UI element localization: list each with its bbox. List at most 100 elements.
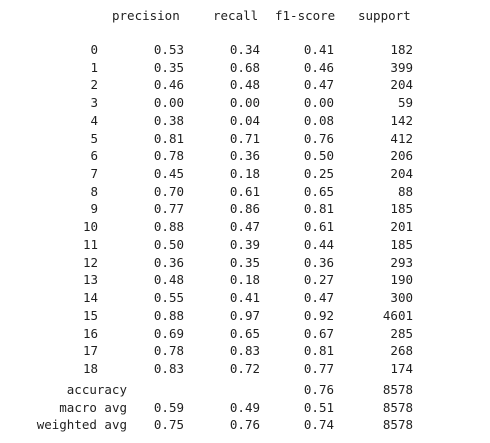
support-value: 293 bbox=[390, 254, 413, 270]
f1-score-value: 0.36 bbox=[303, 254, 334, 270]
class-row: 14 0.55 0.41 0.47 300 bbox=[0, 289, 490, 307]
precision-value: 0.48 bbox=[153, 272, 184, 288]
header-recall: recall bbox=[213, 8, 259, 23]
support-value: 142 bbox=[390, 112, 413, 128]
row-label: 3 bbox=[90, 95, 98, 111]
row-label: 17 bbox=[82, 343, 98, 359]
row-label: weighted avg bbox=[36, 417, 127, 433]
support-value: 268 bbox=[390, 343, 413, 359]
class-row: 12 0.36 0.35 0.36 293 bbox=[0, 254, 490, 272]
recall-value: 0.83 bbox=[229, 343, 260, 359]
class-row: 5 0.81 0.71 0.76 412 bbox=[0, 130, 490, 148]
precision-value: 0.70 bbox=[153, 183, 184, 199]
support-value: 182 bbox=[390, 42, 413, 57]
recall-value: 0.47 bbox=[229, 219, 260, 235]
class-row: 10 0.88 0.47 0.61 201 bbox=[0, 218, 490, 236]
header-precision: precision bbox=[112, 8, 180, 23]
f1-score-value: 0.27 bbox=[303, 272, 334, 288]
recall-value: 0.49 bbox=[229, 399, 260, 415]
row-label: 11 bbox=[82, 236, 98, 252]
precision-value: 0.45 bbox=[153, 166, 184, 182]
recall-value: 0.68 bbox=[229, 59, 260, 75]
recall-value: 0.39 bbox=[229, 236, 260, 252]
f1-score-value: 0.47 bbox=[303, 290, 334, 306]
row-label: macro avg bbox=[59, 399, 127, 415]
precision-value: 0.78 bbox=[153, 148, 184, 164]
row-label: 15 bbox=[82, 307, 98, 323]
support-value: 174 bbox=[390, 360, 413, 376]
class-row: 18 0.83 0.72 0.77 174 bbox=[0, 360, 490, 378]
class-row: 3 0.00 0.00 0.00 59 bbox=[0, 94, 490, 112]
support-value: 300 bbox=[390, 290, 413, 306]
recall-value: 0.41 bbox=[229, 290, 260, 306]
class-row: 2 0.46 0.48 0.47 204 bbox=[0, 76, 490, 94]
precision-value: 0.59 bbox=[153, 399, 184, 415]
f1-score-value: 0.61 bbox=[303, 219, 334, 235]
f1-score-value: 0.81 bbox=[303, 343, 334, 359]
support-value: 8578 bbox=[382, 417, 413, 433]
recall-value: 0.76 bbox=[229, 417, 260, 433]
support-value: 285 bbox=[390, 325, 413, 341]
row-label: 14 bbox=[82, 290, 98, 306]
row-label: 1 bbox=[90, 59, 98, 75]
support-value: 399 bbox=[390, 59, 413, 75]
class-row: 0 0.53 0.34 0.41 182 bbox=[0, 41, 490, 59]
precision-value: 0.81 bbox=[153, 130, 184, 146]
f1-score-value: 0.92 bbox=[303, 307, 334, 323]
precision-value: 0.83 bbox=[153, 360, 184, 376]
class-row: 15 0.88 0.97 0.92 4601 bbox=[0, 307, 490, 325]
row-label: 2 bbox=[90, 77, 98, 93]
f1-score-value: 0.46 bbox=[303, 59, 334, 75]
support-value: 88 bbox=[397, 183, 413, 199]
support-value: 185 bbox=[390, 236, 413, 252]
f1-score-value: 0.74 bbox=[303, 417, 334, 433]
recall-value: 0.34 bbox=[229, 42, 260, 57]
precision-value: 0.38 bbox=[153, 112, 184, 128]
precision-value: 0.35 bbox=[153, 59, 184, 75]
class-row: 4 0.38 0.04 0.08 142 bbox=[0, 112, 490, 130]
row-label: 7 bbox=[90, 166, 98, 182]
recall-value: 0.36 bbox=[229, 148, 260, 164]
row-label: 10 bbox=[82, 219, 98, 235]
row-label: 16 bbox=[82, 325, 98, 341]
row-label: 6 bbox=[90, 148, 98, 164]
row-label: 8 bbox=[90, 183, 98, 199]
support-value: 204 bbox=[390, 166, 413, 182]
precision-value: 0.78 bbox=[153, 343, 184, 359]
f1-score-value: 0.76 bbox=[303, 130, 334, 146]
class-row: 11 0.50 0.39 0.44 185 bbox=[0, 236, 490, 254]
support-value: 206 bbox=[390, 148, 413, 164]
recall-value: 0.65 bbox=[229, 325, 260, 341]
support-value: 201 bbox=[390, 219, 413, 235]
class-row: 13 0.48 0.18 0.27 190 bbox=[0, 271, 490, 289]
support-value: 59 bbox=[397, 95, 413, 111]
recall-value: 0.00 bbox=[229, 95, 260, 111]
precision-value: 0.36 bbox=[153, 254, 184, 270]
header-f1-score: f1-score bbox=[275, 8, 336, 23]
class-row: 16 0.69 0.65 0.67 285 bbox=[0, 325, 490, 343]
support-value: 190 bbox=[390, 272, 413, 288]
precision-value: 0.88 bbox=[153, 307, 184, 323]
recall-value: 0.61 bbox=[229, 183, 260, 199]
row-label: accuracy bbox=[66, 382, 127, 397]
recall-value: 0.18 bbox=[229, 272, 260, 288]
recall-value: 0.71 bbox=[229, 130, 260, 146]
row-label: 12 bbox=[82, 254, 98, 270]
row-label: 9 bbox=[90, 201, 98, 217]
precision-value: 0.77 bbox=[153, 201, 184, 217]
report-header-row: precision recall f1-score support bbox=[0, 7, 490, 25]
row-label: 4 bbox=[90, 112, 98, 128]
row-label: 18 bbox=[82, 360, 98, 376]
f1-score-value: 0.47 bbox=[303, 77, 334, 93]
f1-score-value: 0.08 bbox=[303, 112, 334, 128]
f1-score-value: 0.76 bbox=[303, 382, 334, 397]
class-row: 6 0.78 0.36 0.50 206 bbox=[0, 147, 490, 165]
f1-score-value: 0.44 bbox=[303, 236, 334, 252]
row-label: 13 bbox=[82, 272, 98, 288]
class-row: 7 0.45 0.18 0.25 204 bbox=[0, 165, 490, 183]
f1-score-value: 0.67 bbox=[303, 325, 334, 341]
precision-value: 0.88 bbox=[153, 219, 184, 235]
recall-value: 0.35 bbox=[229, 254, 260, 270]
row-label: 0 bbox=[90, 42, 98, 57]
recall-value: 0.97 bbox=[229, 307, 260, 323]
